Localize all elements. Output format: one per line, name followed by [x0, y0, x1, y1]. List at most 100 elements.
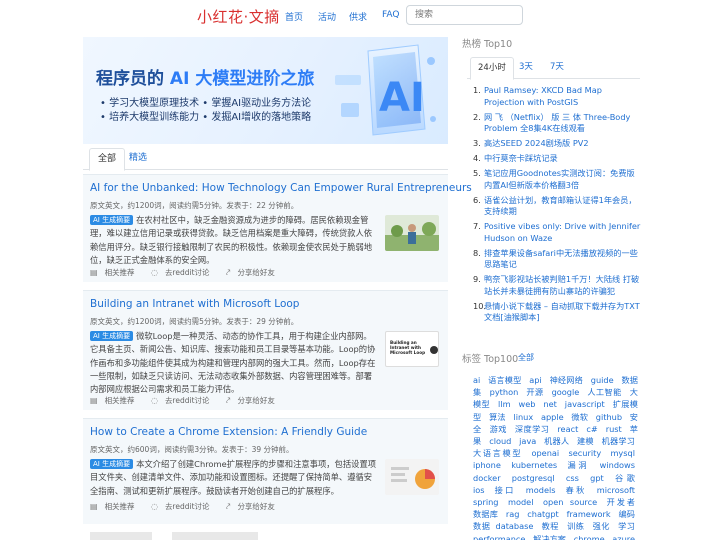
related-button[interactable]: ▤ 相关推荐 — [90, 396, 142, 405]
tag-link[interactable]: 开源 — [526, 387, 543, 397]
tag-link[interactable]: gpt — [590, 473, 604, 483]
hot-item[interactable]: 10. 悬情小说下载器 – 自动抓取下载并存为TXT 文档[油猴脚本] — [473, 301, 641, 324]
tag-link[interactable]: css — [566, 473, 579, 483]
tag-link[interactable]: 教程 — [542, 521, 559, 531]
nav-events[interactable]: 活动 — [318, 10, 336, 23]
search-input[interactable] — [406, 5, 523, 25]
tag-link[interactable]: 谷歌 — [615, 473, 635, 483]
tag-link[interactable]: cloud — [489, 436, 511, 446]
nav-home[interactable]: 首页 — [285, 10, 303, 23]
tag-link[interactable]: 深度学习 — [515, 424, 549, 434]
promo-banner[interactable]: 程序员的 AI 大模型进阶之旅 • 学习大模型原理技术 • 掌握AI驱动业务方法… — [83, 37, 448, 144]
tag-link[interactable]: security — [568, 448, 601, 458]
tag-link[interactable]: apple — [541, 412, 564, 422]
tag-link[interactable]: 语言模型 — [488, 375, 521, 385]
tag-link[interactable]: api — [529, 375, 542, 385]
tag-link[interactable]: 大语言模型 — [473, 448, 522, 458]
tags-all-link[interactable]: 全部 — [518, 352, 534, 363]
tag-link[interactable]: 游戏 — [490, 424, 507, 434]
tag-link[interactable]: chatgpt — [527, 509, 559, 519]
tag-link[interactable]: web — [519, 399, 536, 409]
tab-all[interactable]: 全部 — [89, 148, 126, 171]
nav-faq[interactable]: FAQ — [382, 10, 399, 20]
article-thumbnail[interactable]: Building an Intranet with Microsoft Loop — [385, 331, 439, 367]
next-article-thumbnail[interactable] — [90, 532, 152, 540]
tag-link[interactable]: github — [596, 412, 622, 422]
nav-supply-demand[interactable]: 供求 — [349, 10, 367, 23]
tag-link[interactable]: ios — [473, 485, 485, 495]
tag-link[interactable]: google — [552, 387, 580, 397]
hot-item[interactable]: 9. 鸭奈飞影视站长被判赔1千万！大陆线 打破站长并未暴徒拥有防山寨站的许骗犯 — [473, 274, 641, 297]
reddit-button[interactable]: ◌ 去reddit讨论 — [151, 396, 217, 405]
tag-link[interactable]: 春秋 — [566, 485, 587, 495]
tag-link[interactable]: guide — [591, 375, 614, 385]
tag-link[interactable]: 数据 database — [473, 521, 533, 531]
tag-link[interactable]: 编码 — [618, 509, 635, 519]
tag-link[interactable]: 神经网络 — [550, 375, 583, 385]
tag-link[interactable]: chrome — [574, 534, 605, 540]
tag-link[interactable]: model — [508, 497, 534, 507]
tag-link[interactable]: open source — [543, 497, 597, 507]
reddit-button[interactable]: ◌ 去reddit讨论 — [151, 502, 217, 511]
next-article-thumbnail[interactable] — [172, 532, 258, 540]
tag-link[interactable]: 接口 — [495, 485, 516, 495]
tag-link[interactable]: c# — [586, 424, 597, 434]
tag-link[interactable]: linux — [513, 412, 533, 422]
tab-24h[interactable]: 24小时 — [470, 57, 514, 80]
hot-item[interactable]: 6. 语雀公益计划，教育邮箱认证得1年会员，支持续期 — [473, 195, 641, 218]
tag-link[interactable]: javascript — [565, 399, 605, 409]
tag-link[interactable]: spring — [473, 497, 499, 507]
tag-link[interactable]: 人工智能 — [587, 387, 621, 397]
tag-link[interactable]: openai — [531, 448, 559, 458]
tag-link[interactable]: 机器人 — [544, 436, 569, 446]
article-thumbnail[interactable] — [385, 459, 439, 495]
hot-item[interactable]: 3. 高达SEED 2024剧场版 PV2 — [473, 138, 641, 150]
tag-link[interactable]: performance — [473, 534, 525, 540]
tag-link[interactable]: 训练 — [567, 521, 584, 531]
hot-item[interactable]: 5. 笔记应用Goodnotes实测改订阅：免费版 内置AI但新版本价格翻3倍 — [473, 168, 641, 191]
tab-3days[interactable]: 3天 — [512, 57, 540, 79]
reddit-button[interactable]: ◌ 去reddit讨论 — [151, 268, 217, 277]
share-button[interactable]: ⤤ 分享给好友 — [226, 396, 282, 405]
related-button[interactable]: ▤ 相关推荐 — [90, 502, 142, 511]
tag-link[interactable]: 开发者 — [607, 497, 635, 507]
site-logo[interactable]: 小红花·文摘 — [197, 6, 280, 27]
article-title[interactable]: AI for the Unbanked: How Technology Can … — [90, 182, 472, 194]
tag-link[interactable]: docker — [473, 473, 501, 483]
article-title[interactable]: How to Create a Chrome Extension: A Frie… — [90, 426, 367, 438]
tag-link[interactable]: microsoft — [597, 485, 635, 495]
tag-link[interactable]: 学习 — [618, 521, 635, 531]
tab-7days[interactable]: 7天 — [543, 57, 571, 79]
tag-link[interactable]: 解决方案 — [533, 534, 566, 540]
tag-link[interactable]: mysql — [610, 448, 635, 458]
tag-link[interactable]: rust — [606, 424, 622, 434]
tag-link[interactable]: rag — [506, 509, 520, 519]
tag-link[interactable]: net — [543, 399, 556, 409]
hot-item[interactable]: 4. 中行莫奈卡踩坑记录 — [473, 153, 641, 165]
share-button[interactable]: ⤤ 分享给好友 — [226, 502, 282, 511]
tab-featured[interactable]: 精选 — [121, 148, 155, 170]
tag-link[interactable]: 算法 — [489, 412, 506, 422]
tag-link[interactable]: framework — [567, 509, 611, 519]
tag-link[interactable]: windows — [600, 460, 635, 470]
article-title[interactable]: Building an Intranet with Microsoft Loop — [90, 298, 299, 310]
tag-link[interactable]: llm — [498, 399, 511, 409]
article-thumbnail[interactable] — [385, 215, 439, 251]
related-button[interactable]: ▤ 相关推荐 — [90, 268, 142, 277]
hot-item[interactable]: 1. Paul Ramsey: XKCD Bad Map Projection w… — [473, 85, 641, 108]
tag-link[interactable]: react — [557, 424, 578, 434]
tag-link[interactable]: python — [490, 387, 519, 397]
tag-link[interactable]: azure — [612, 534, 635, 540]
tag-link[interactable]: ai — [473, 375, 480, 385]
tag-link[interactable]: 建模 — [577, 436, 594, 446]
tag-link[interactable]: postgresql — [512, 473, 555, 483]
tag-link[interactable]: 机器学习 — [602, 436, 635, 446]
tag-link[interactable]: java — [519, 436, 536, 446]
tag-link[interactable]: models — [526, 485, 556, 495]
tag-link[interactable]: iphone — [473, 460, 501, 470]
tag-link[interactable]: kubernetes — [511, 460, 557, 470]
tag-link[interactable]: 漏洞 — [567, 460, 589, 470]
hot-item[interactable]: 7. Positive vibes only: Drive with Jennif… — [473, 221, 641, 244]
hot-item[interactable]: 2. 网 飞 （Netflix） 版 三 体 Three-Body Problem… — [473, 112, 641, 135]
tag-link[interactable]: 数据库 — [473, 509, 498, 519]
